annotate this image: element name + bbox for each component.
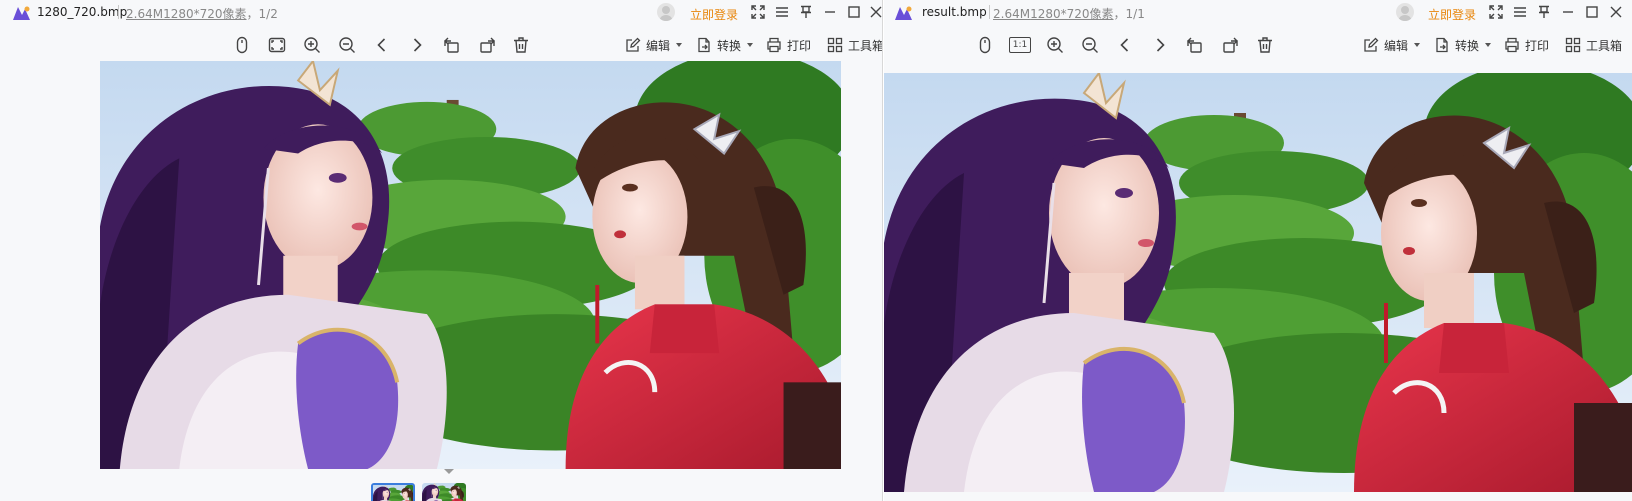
chevron-down-icon [676,43,683,47]
title-divider [989,5,990,19]
app-logo-icon [13,6,30,20]
delete-icon[interactable] [510,34,532,56]
avatar-icon[interactable] [657,3,675,21]
toolbox-label: 工具箱 [1586,38,1623,53]
print-button[interactable]: 打印 [1504,35,1549,55]
convert-icon [698,37,710,53]
fullscreen-icon[interactable] [1487,3,1505,21]
minimize-icon[interactable] [1559,3,1577,21]
image-canvas[interactable] [100,61,841,469]
print-button[interactable]: 打印 [766,35,811,55]
edit-label: 编辑 [1384,38,1409,53]
actual-size-button[interactable]: 1:1 [1009,37,1031,53]
image-canvas[interactable] [884,73,1632,492]
login-link[interactable]: 立即登录 [690,6,738,23]
thumbnail-2[interactable] [422,483,466,501]
toolbox-icon [827,37,843,53]
title-bar: 1280_720.bmp 2.64M1280*720像素，1/2 立即登录 [0,0,882,26]
print-label: 打印 [787,38,812,53]
maximize-icon[interactable] [845,3,863,21]
mouse-icon[interactable] [974,34,996,56]
right-viewer-window: result.bmp 2.64M1280*720像素，1/1 立即登录 1:1 … [884,0,1632,501]
zoom-in-icon[interactable] [1044,34,1066,56]
convert-button[interactable]: 转换 [696,35,754,55]
maximize-icon[interactable] [1583,3,1601,21]
rotate-left-icon[interactable] [441,34,463,56]
toolbox-icon [1565,37,1581,53]
image-dimensions[interactable]: 1280*720像素 [163,7,246,21]
menu-icon[interactable] [773,3,791,21]
convert-icon [1436,37,1448,53]
thumbnail-image [373,485,413,501]
file-size[interactable]: 2.64M [993,7,1030,21]
zoom-in-icon[interactable] [301,34,323,56]
thumbnail-image [422,483,466,501]
prev-icon[interactable] [371,34,393,56]
app-logo-icon [895,6,912,20]
title-divider [118,5,119,19]
chevron-down-icon [1485,43,1492,47]
title-bar: result.bmp 2.64M1280*720像素，1/1 立即登录 [884,0,1632,26]
zoom-out-icon[interactable] [336,34,358,56]
toolbar: 编辑 转换 打印 工具箱 [0,30,882,60]
file-name: 1280_720.bmp [37,5,128,19]
convert-button[interactable]: 转换 [1434,35,1492,55]
file-info: 2.64M1280*720像素，1/1 [993,5,1145,22]
thumbnail-1[interactable] [371,483,415,501]
toolbox-label: 工具箱 [848,38,883,53]
page-index: ，1/2 [246,7,278,21]
chevron-down-icon [747,43,754,47]
toolbar: 1:1 编辑 转换 打印 工具箱 [884,30,1632,60]
print-icon [1505,37,1519,53]
toolbox-button[interactable]: 工具箱 [1565,35,1622,55]
edit-button[interactable]: 编辑 [1363,35,1421,55]
image-preview [100,61,841,469]
next-icon[interactable] [406,34,428,56]
mouse-icon[interactable] [231,34,253,56]
image-preview [884,73,1632,492]
delete-icon[interactable] [1254,34,1276,56]
login-link[interactable]: 立即登录 [1428,6,1476,23]
zoom-out-icon[interactable] [1079,34,1101,56]
file-size[interactable]: 2.64M [126,7,163,21]
menu-icon[interactable] [1511,3,1529,21]
edit-icon [1364,37,1379,52]
prev-icon[interactable] [1114,34,1136,56]
file-name: result.bmp [922,5,987,19]
left-viewer-window: 1280_720.bmp 2.64M1280*720像素，1/2 立即登录 编辑… [0,0,883,501]
chevron-down-icon [1414,43,1421,47]
print-icon [767,37,781,53]
rotate-right-icon[interactable] [476,34,498,56]
convert-label: 转换 [1455,38,1480,53]
avatar-icon[interactable] [1396,3,1414,21]
page-index: ，1/1 [1113,7,1145,21]
toolbox-button[interactable]: 工具箱 [827,35,883,55]
next-icon[interactable] [1149,34,1171,56]
minimize-icon[interactable] [821,3,839,21]
file-info: 2.64M1280*720像素，1/2 [126,5,278,22]
pin-icon[interactable] [1535,3,1553,21]
rotate-right-icon[interactable] [1219,34,1241,56]
close-icon[interactable] [1607,3,1625,21]
fullscreen-icon[interactable] [749,3,767,21]
image-dimensions[interactable]: 1280*720像素 [1030,7,1113,21]
pin-icon[interactable] [797,3,815,21]
convert-label: 转换 [717,38,742,53]
rotate-left-icon[interactable] [1184,34,1206,56]
close-icon[interactable] [867,3,882,21]
edit-button[interactable]: 编辑 [625,35,683,55]
filmstrip-toggle-icon[interactable] [444,469,454,474]
edit-label: 编辑 [646,38,671,53]
fit-window-icon[interactable] [266,34,288,56]
edit-icon [626,37,641,52]
print-label: 打印 [1525,38,1550,53]
